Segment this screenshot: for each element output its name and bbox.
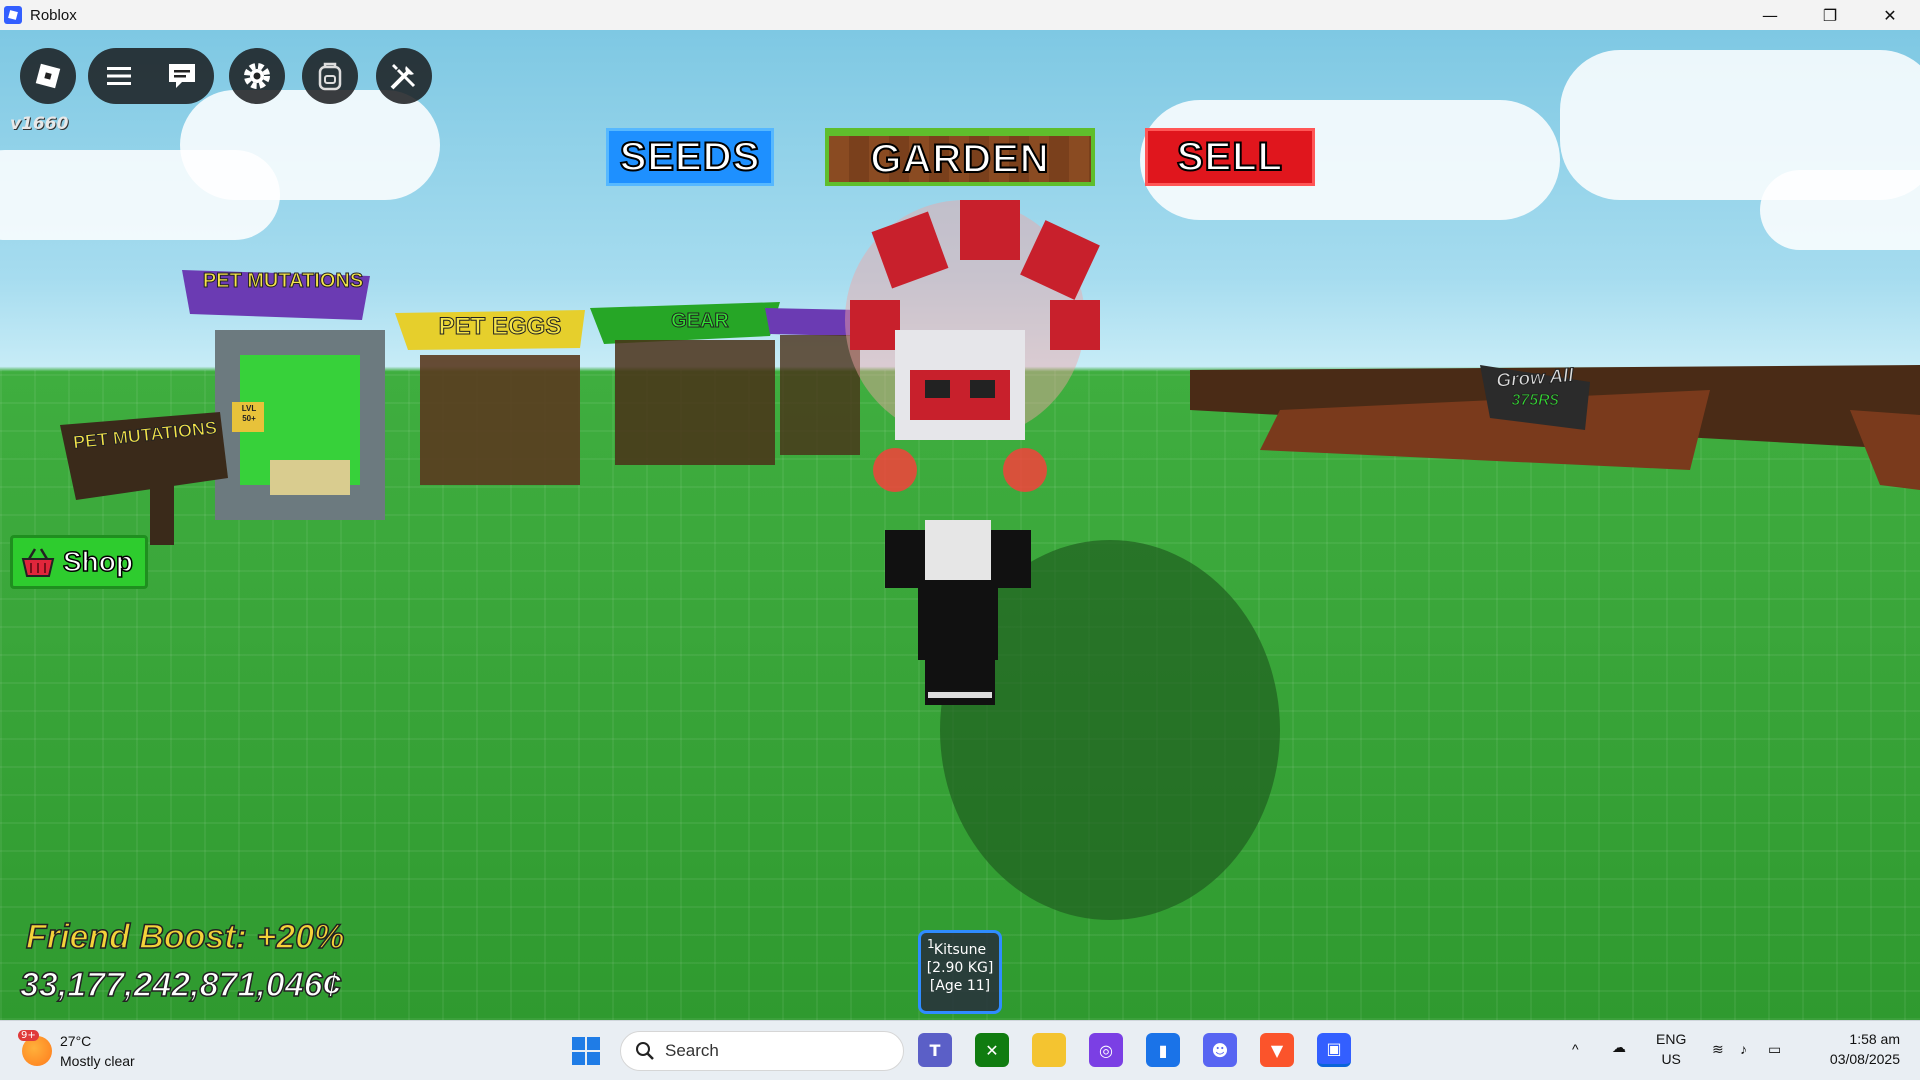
discord-icon[interactable]: ☻ (1203, 1033, 1237, 1067)
close-button[interactable]: ✕ (1860, 0, 1920, 30)
window-controls: — ❐ ✕ (1740, 0, 1920, 30)
clock[interactable]: 1:58 am 03/08/2025 (1808, 1029, 1900, 1069)
clock-date: 03/08/2025 (1829, 1051, 1900, 1067)
windows-logo-icon (572, 1037, 585, 1050)
search-placeholder: Search (665, 1041, 719, 1060)
hotbar-item-weight: [2.90 KG] (926, 960, 994, 976)
pet-eggs-stall (420, 355, 580, 485)
hotbar-slot-kitsune[interactable]: 1 Kitsune [2.90 KG] [Age 11] (918, 930, 1002, 1014)
money-counter: 33,177,242,871,046¢ (19, 965, 342, 1005)
player-avatar (885, 520, 1280, 920)
windows-taskbar: 9+ 27°C Mostly clear Search T ✕ ◎ ▮ ☻ ▼ … (0, 1020, 1920, 1080)
show-hidden-icons-chevron-icon[interactable]: ^ (1572, 1039, 1579, 1059)
roblox-app-icon (4, 6, 22, 24)
search-icon (636, 1042, 654, 1060)
microsoft-store-icon[interactable]: ▮ (1146, 1033, 1180, 1067)
restore-button[interactable]: ❐ (1800, 0, 1860, 30)
taskbar-search[interactable]: Search (620, 1031, 904, 1071)
start-button[interactable] (572, 1037, 600, 1065)
region-code: US (1661, 1051, 1681, 1067)
file-explorer-icon[interactable] (1032, 1033, 1066, 1067)
language-code: ENG (1656, 1031, 1687, 1047)
xbox-icon[interactable]: ✕ (975, 1033, 1009, 1067)
weather-description: Mostly clear (60, 1053, 135, 1069)
clock-time: 1:58 am (1849, 1031, 1900, 1047)
gear-sign: GEAR (671, 310, 730, 333)
portal-base (270, 460, 350, 495)
minimize-button[interactable]: — (1740, 0, 1800, 30)
window-titlebar: Roblox — ❐ ✕ (0, 0, 1920, 30)
battery-icon[interactable]: ▭ (1768, 1039, 1781, 1059)
notification-badge: 9+ (18, 1030, 39, 1041)
roblox-taskbar-icon[interactable]: ▣ (1317, 1033, 1351, 1067)
onedrive-icon[interactable]: ☁ (1612, 1037, 1626, 1057)
small-stall (780, 335, 860, 455)
pet-mutations-sign-top: PET MUTATIONS (202, 270, 364, 293)
wifi-icon[interactable]: ≋ (1712, 1039, 1724, 1059)
language-indicator[interactable]: ENG US (1656, 1029, 1686, 1069)
grow-all-price: 375R$ (1511, 392, 1559, 410)
weather-temperature: 27°C (60, 1033, 92, 1049)
weather-widget[interactable]: 9+ 27°C Mostly clear (18, 1030, 135, 1071)
shopping-basket-icon (21, 548, 55, 577)
teams-icon[interactable]: T (918, 1033, 952, 1067)
friend-boost-label: Friend Boost: +20% (25, 917, 345, 957)
gear-stall (615, 340, 775, 465)
world-scene (60, 200, 1920, 920)
shop-button[interactable]: Shop (10, 535, 148, 589)
game-viewport[interactable]: v1660 SEEDS GARDEN SELL PET MUTATIONS PE… (0, 30, 1920, 1020)
hotbar-slot-number: 1 (927, 937, 935, 951)
pet-eggs-sign: PET EGGS (438, 313, 562, 341)
hotbar-item-age: [Age 11] (929, 978, 991, 994)
volume-icon[interactable]: ♪ (1740, 1039, 1747, 1059)
brave-browser-icon[interactable]: ▼ (1260, 1033, 1294, 1067)
shop-label: Shop (62, 545, 134, 578)
board-post (150, 485, 174, 545)
weather-sun-icon: 9+ (18, 1030, 52, 1066)
kitsune-pet (845, 200, 1100, 492)
lvl-tag: LVL 50+ (241, 404, 257, 423)
garden-plot-right (1850, 410, 1920, 490)
window-title: Roblox (30, 6, 77, 24)
app-purple-icon[interactable]: ◎ (1089, 1033, 1123, 1067)
